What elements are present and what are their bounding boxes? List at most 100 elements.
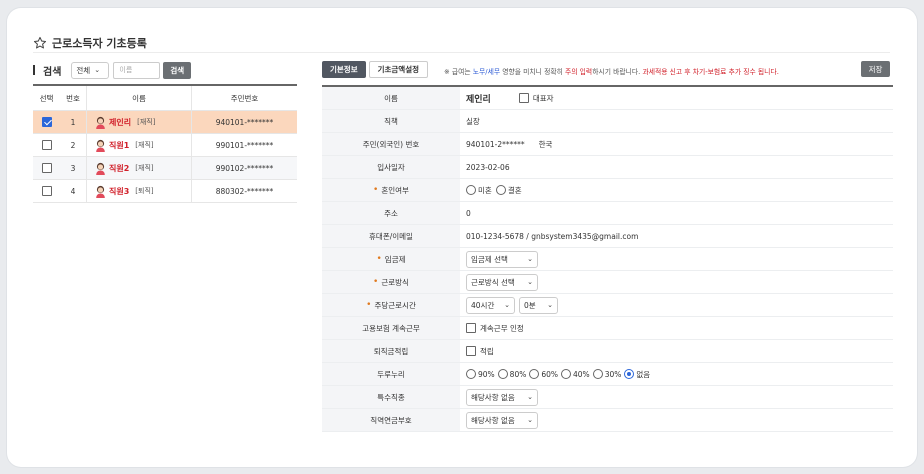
chevron-down-icon: ⌄ xyxy=(94,66,101,74)
radio-label: 결혼 xyxy=(507,185,522,195)
female-avatar-icon xyxy=(96,116,105,129)
row-checkbox[interactable] xyxy=(41,117,52,127)
female-avatar-icon xyxy=(96,162,105,175)
form-row-durunuri: 두루누리 90% 80% 60% 40% 30% 없음 xyxy=(322,363,893,386)
chevron-down-icon: ⌄ xyxy=(527,393,533,401)
form-row-special-job: 특수직종 해당사항 없음 ⌄ xyxy=(322,386,893,409)
page-title-text: 근로소득자 기초등록 xyxy=(52,37,147,50)
field-label: 주민(외국인) 번호 xyxy=(322,133,460,155)
form-row-pension-code: 직역연금부호 해당사항 없음 ⌄ xyxy=(322,409,893,432)
col-header-name: 이름 xyxy=(87,86,192,110)
table-row[interactable]: 2 직원1 [재직] 990101-******* xyxy=(33,134,297,157)
durunuri-80-radio[interactable] xyxy=(497,369,508,379)
select-value: 해당사항 없음 xyxy=(471,392,515,402)
employee-status: [재직] xyxy=(135,164,154,172)
work-type-select[interactable]: 근로방식 선택 ⌄ xyxy=(466,273,538,291)
select-value: 0분 xyxy=(524,300,536,310)
form-row-address: 주소 0 xyxy=(322,202,893,225)
address-value: 0 xyxy=(466,208,471,218)
scope-select-value: 전체 xyxy=(76,65,91,75)
field-label: 근로방식 xyxy=(381,277,409,287)
field-label: 고용보험 계속근무 xyxy=(322,317,460,339)
star-outline-icon xyxy=(33,36,47,49)
form-row-marital: • 혼인여부 미혼 결혼 xyxy=(322,179,893,202)
nation-value: 한국 xyxy=(538,139,553,149)
retirement-accrual-checkbox[interactable] xyxy=(466,346,476,356)
row-no: 3 xyxy=(60,157,87,179)
form-row-wage-type: • 임금제 임금제 선택 ⌄ xyxy=(322,248,893,271)
search-button[interactable]: 검색 xyxy=(163,61,192,79)
radio-label: 60% xyxy=(541,369,559,379)
form-row-contact: 휴대폰/이메일 010-1234-5678 / gnbsystem3435@gm… xyxy=(322,225,893,248)
employee-rrn: 990102-******* xyxy=(215,163,274,173)
field-label: 직책 xyxy=(322,110,460,132)
radio-label: 80% xyxy=(509,369,527,379)
form-row-weekly-hours: • 주당근로시간 40시간 ⌄ 0분 ⌄ xyxy=(322,294,893,317)
field-label: 직역연금부호 xyxy=(322,409,460,431)
notice-part: 영향을 미치니 정확히 xyxy=(500,68,566,76)
col-header-rrn: 주민번호 xyxy=(230,93,259,103)
scope-select[interactable]: 전체 ⌄ xyxy=(71,61,110,79)
employee-name: 직원3 xyxy=(109,186,130,196)
divider xyxy=(33,52,890,53)
female-avatar-icon xyxy=(96,139,105,152)
form-row-work-type: • 근로방식 근로방식 선택 ⌄ xyxy=(322,271,893,294)
employee-name: 제인리 xyxy=(109,117,132,127)
durunuri-none-radio[interactable] xyxy=(624,369,635,379)
form-row-rrn: 주민(외국인) 번호 940101-2****** 한국 xyxy=(322,133,893,156)
row-checkbox[interactable] xyxy=(41,140,52,150)
employee-rrn: 940101-******* xyxy=(215,117,274,127)
minutes-select[interactable]: 0분 ⌄ xyxy=(519,296,558,314)
durunuri-90-radio[interactable] xyxy=(466,369,476,379)
employee-name: 직원2 xyxy=(109,163,130,173)
continuous-service-checkbox[interactable] xyxy=(466,323,476,333)
save-button[interactable]: 저장 xyxy=(861,61,890,77)
hours-select[interactable]: 40시간 ⌄ xyxy=(466,296,515,314)
search-label: 검색 xyxy=(43,66,62,78)
field-label: 임금제 xyxy=(384,254,406,264)
notice-part: 과세적용 신고 후 차기-보험료 추가 징수 됩니다. xyxy=(642,68,779,76)
position-value: 실장 xyxy=(466,116,480,126)
page-title: 근로소득자 기초등록 xyxy=(33,35,147,51)
durunuri-40-radio[interactable] xyxy=(561,369,572,379)
tab-base-amount[interactable]: 기초금액설정 xyxy=(368,61,429,78)
employee-name: 직원1 xyxy=(109,140,130,150)
form-row-employment-insurance: 고용보험 계속근무 계속근무 인정 xyxy=(322,317,893,340)
checkbox-label: 적립 xyxy=(480,346,494,356)
col-header-no: 번호 xyxy=(60,86,87,110)
field-label: 혼인여부 xyxy=(381,185,409,195)
join-date-value: 2023-02-06 xyxy=(466,162,510,172)
table-header: 선택 번호 이름 주민번호 xyxy=(33,86,297,111)
wage-type-select[interactable]: 임금제 선택 ⌄ xyxy=(466,250,538,268)
chevron-down-icon: ⌄ xyxy=(504,301,510,309)
form-row-retirement: 퇴직금적립 적립 xyxy=(322,340,893,363)
notice-part: 노무/세무 xyxy=(472,68,501,76)
row-checkbox[interactable] xyxy=(41,163,52,173)
marital-married-radio[interactable] xyxy=(495,185,506,195)
required-mark: • xyxy=(373,184,379,195)
table-row[interactable]: 4 직원3 [퇴직] 880302-******* xyxy=(33,180,297,203)
table-row[interactable]: 1 제인리 [재직] 940101-******* xyxy=(33,111,297,134)
durunuri-60-radio[interactable] xyxy=(529,369,540,379)
radio-label: 90% xyxy=(478,369,495,379)
section-marker xyxy=(33,65,35,75)
name-search-input[interactable]: 이름 xyxy=(113,61,161,79)
tab-basic-info[interactable]: 기본정보 xyxy=(322,61,366,78)
female-avatar-icon xyxy=(96,185,105,198)
special-job-select[interactable]: 해당사항 없음 ⌄ xyxy=(466,388,538,406)
field-label: 휴대폰/이메일 xyxy=(322,225,460,247)
rrn-value: 940101-2****** xyxy=(466,139,525,149)
marital-single-radio[interactable] xyxy=(466,185,476,195)
field-label: 두루누리 xyxy=(322,363,460,385)
row-no: 1 xyxy=(60,111,87,133)
form-row-join-date: 입사일자 2023-02-06 xyxy=(322,156,893,179)
col-header-select: 선택 xyxy=(39,93,54,103)
field-label: 이름 xyxy=(322,87,460,109)
row-no: 4 xyxy=(60,180,87,202)
pension-code-select[interactable]: 해당사항 없음 ⌄ xyxy=(466,411,538,429)
row-checkbox[interactable] xyxy=(41,186,52,196)
table-row[interactable]: 3 직원2 [재직] 990102-******* xyxy=(33,157,297,180)
representative-checkbox[interactable] xyxy=(518,93,529,103)
durunuri-30-radio[interactable] xyxy=(592,369,603,379)
required-mark: • xyxy=(376,253,382,264)
